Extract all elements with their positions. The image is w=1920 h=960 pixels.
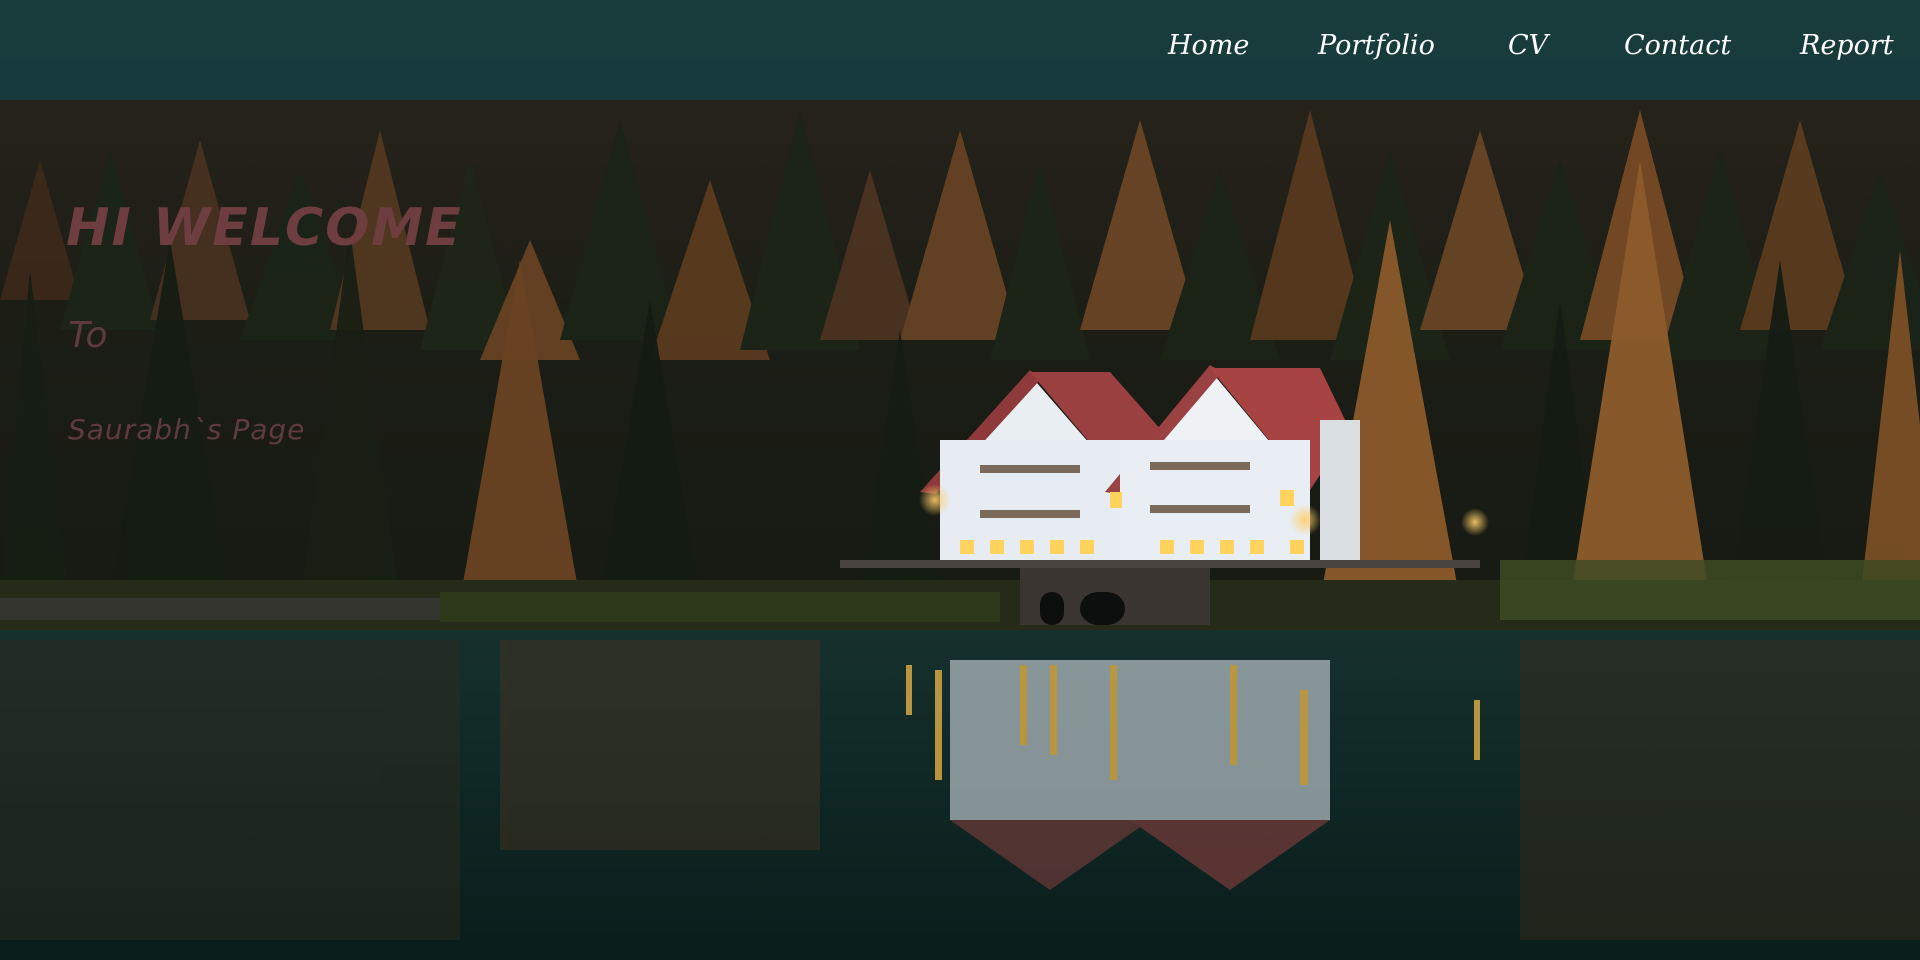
nav-link-contact[interactable]: Contact [1624,26,1731,66]
nav-link-cv[interactable]: CV [1508,26,1548,66]
nav-link-home[interactable]: Home [1168,26,1249,66]
background-lake-house-photo [0,0,1920,960]
nav-link-portfolio[interactable]: Portfolio [1318,26,1435,66]
hero-title: HI WELCOME [66,198,463,258]
nav-links: Home Portfolio CV Contact Report [0,0,1920,100]
hero-page-name: Saurabh`s Page [68,413,306,446]
top-navbar: Home Portfolio CV Contact Report [0,0,1920,100]
hero-subtitle: To [68,315,108,356]
nav-link-report[interactable]: Report [1800,26,1894,66]
